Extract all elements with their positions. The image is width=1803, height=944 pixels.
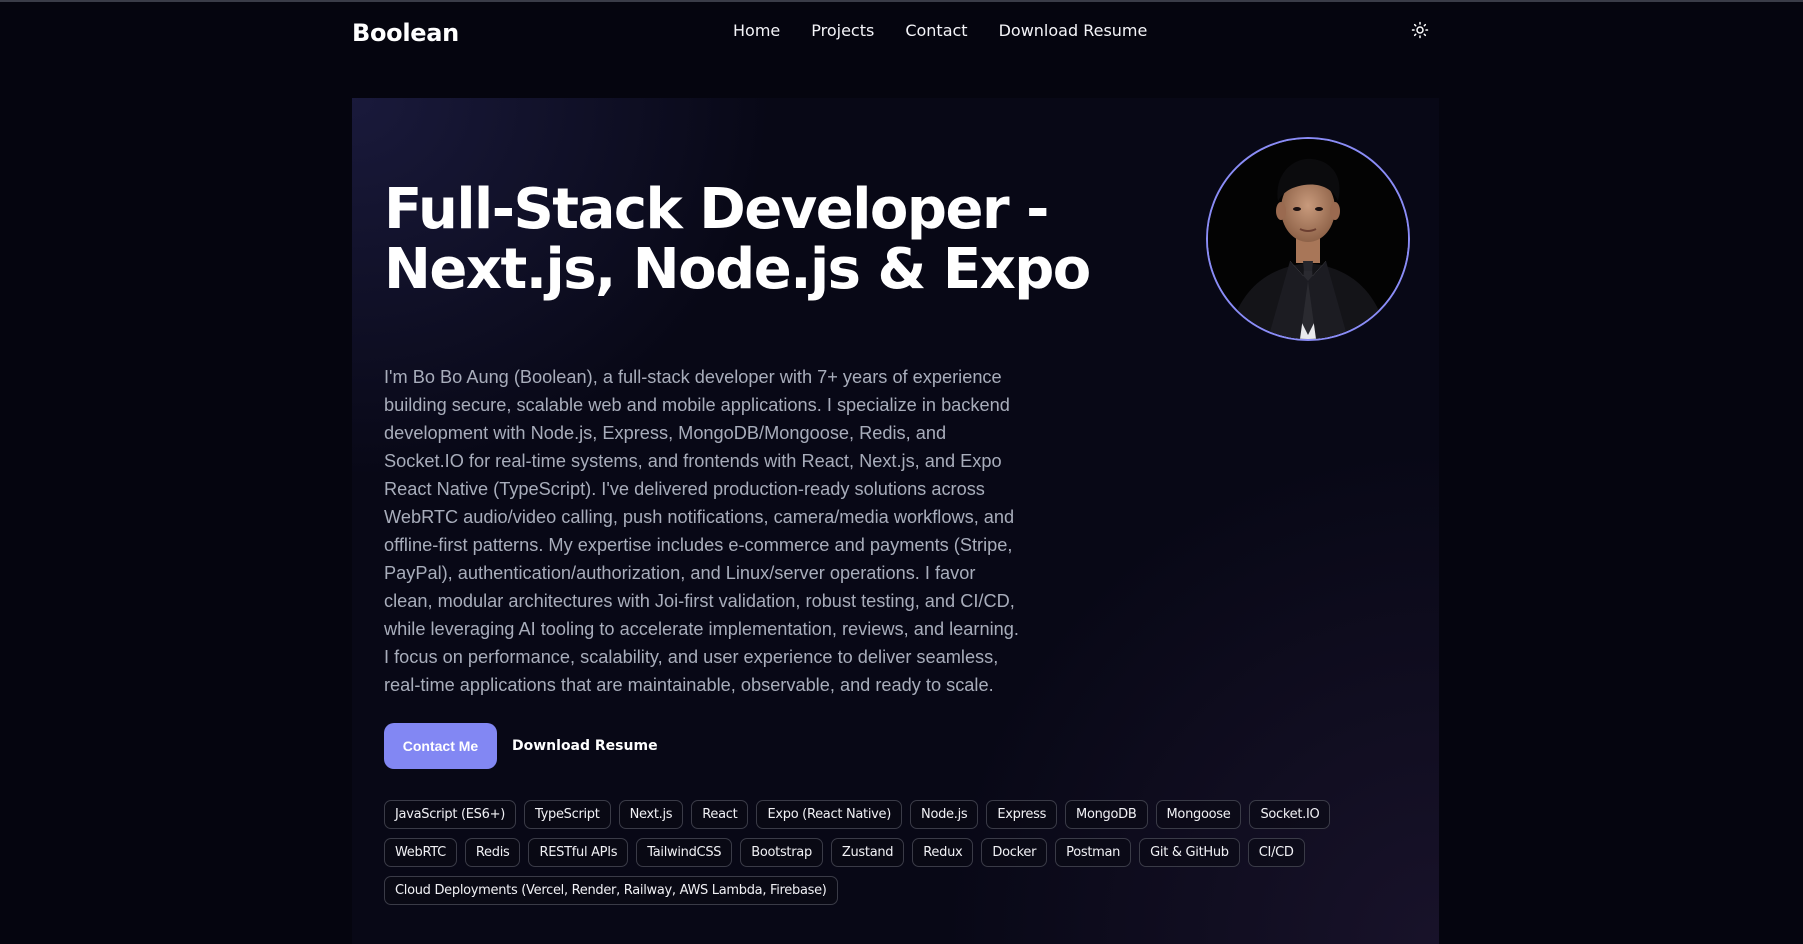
hero-bio: I'm Bo Bo Aung (Boolean), a full-stack d… xyxy=(384,367,1019,695)
skill-tag: React xyxy=(691,800,749,829)
skill-tag: Git & GitHub xyxy=(1139,838,1240,867)
skill-tag: Redis xyxy=(464,838,521,867)
hero-title-line-2: Next.js, Node.js & Expo xyxy=(384,237,1091,302)
navbar: Boolean Home Projects Contact Download R… xyxy=(0,2,1803,58)
hero-title-line-1: Full-Stack Developer - xyxy=(384,177,1049,242)
download-resume-button[interactable]: Download Resume xyxy=(512,723,658,769)
skill-tag: RESTful APIs xyxy=(528,838,629,867)
skill-tag: Express xyxy=(986,800,1058,829)
skill-tag: Next.js xyxy=(618,800,684,829)
nav-link-contact[interactable]: Contact xyxy=(905,21,967,40)
theme-toggle-button[interactable] xyxy=(1408,18,1432,42)
skill-tag: Zustand xyxy=(830,838,905,867)
profile-photo xyxy=(1208,139,1408,339)
skill-tag: CI/CD xyxy=(1247,838,1305,867)
skill-tag: Node.js xyxy=(910,800,979,829)
skill-tag: Mongoose xyxy=(1155,800,1242,829)
skill-tag: Socket.IO xyxy=(1249,800,1331,829)
skill-tag: Docker xyxy=(981,838,1048,867)
skill-tag: Bootstrap xyxy=(740,838,823,867)
skills-list: JavaScript (ES6+) TypeScript Next.js Rea… xyxy=(384,800,1384,905)
brand-logo[interactable]: Boolean xyxy=(352,19,459,47)
nav-link-projects[interactable]: Projects xyxy=(811,21,874,40)
skill-tag: TailwindCSS xyxy=(636,838,733,867)
skill-tag: Postman xyxy=(1055,838,1132,867)
skill-tag: Expo (React Native) xyxy=(756,800,903,829)
hero-title: Full-Stack Developer - Next.js, Node.js … xyxy=(384,180,1144,300)
skill-tag: Redux xyxy=(912,838,974,867)
skill-tag: TypeScript xyxy=(523,800,611,829)
skill-tag: WebRTC xyxy=(384,838,457,867)
nav-link-home[interactable]: Home xyxy=(733,21,780,40)
contact-me-button[interactable]: Contact Me xyxy=(384,723,497,769)
profile-avatar xyxy=(1206,137,1410,341)
skill-tag: Cloud Deployments (Vercel, Render, Railw… xyxy=(384,876,838,905)
skill-tag: MongoDB xyxy=(1065,800,1148,829)
sun-icon xyxy=(1411,21,1429,39)
nav-link-download-resume[interactable]: Download Resume xyxy=(999,21,1148,40)
nav-links: Home Projects Contact Download Resume xyxy=(733,21,1147,40)
skill-tag: JavaScript (ES6+) xyxy=(384,800,516,829)
